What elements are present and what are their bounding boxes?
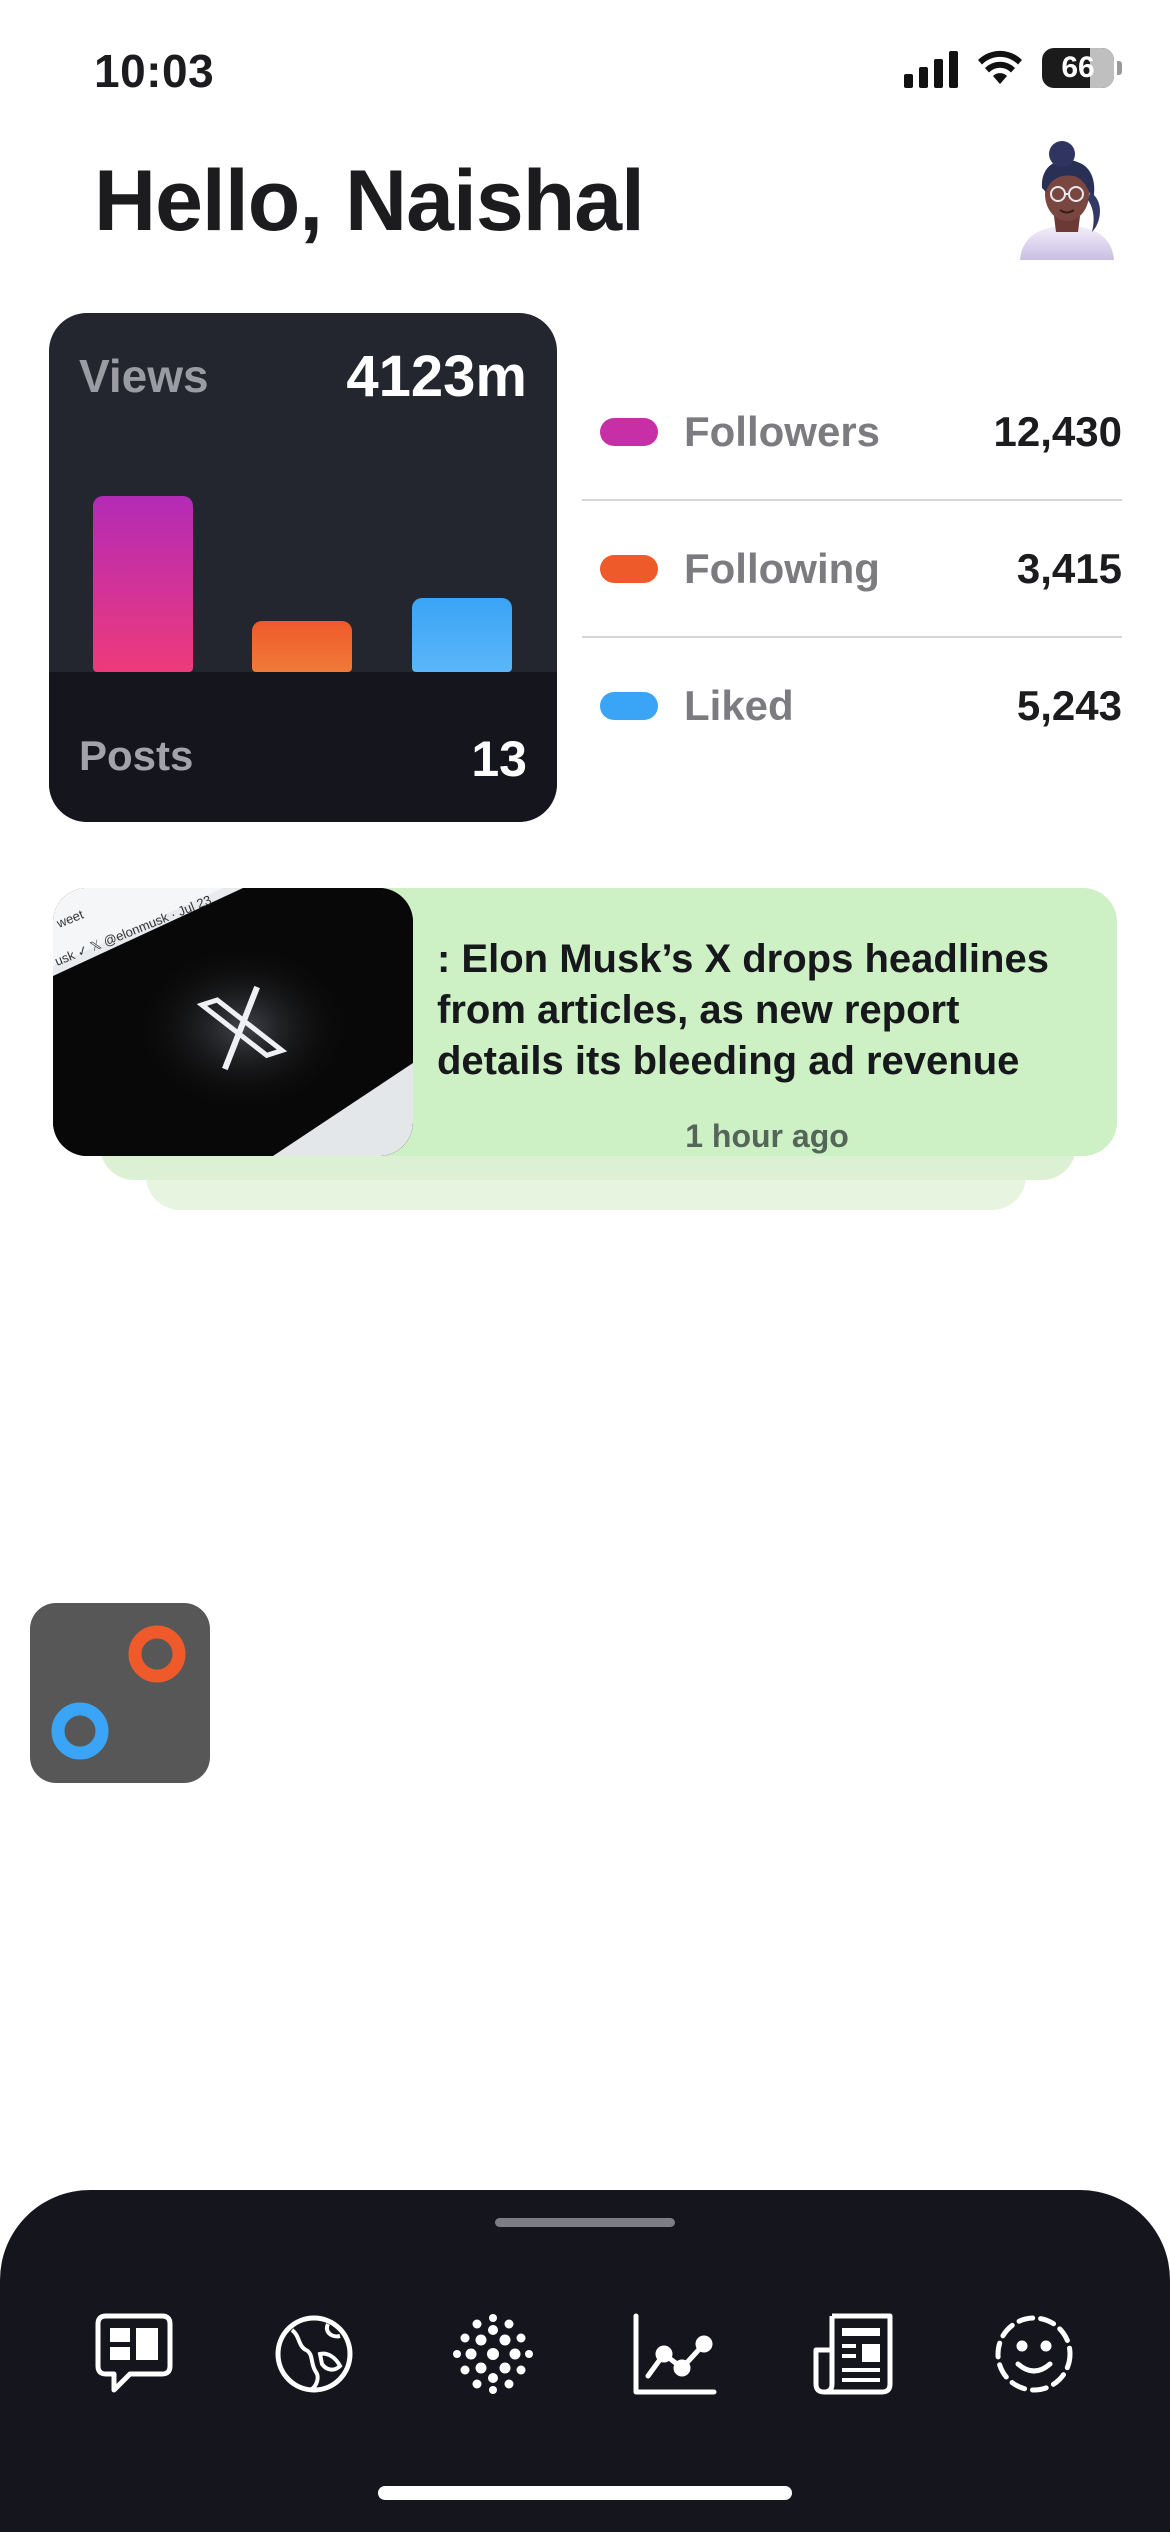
user-avatar[interactable] xyxy=(1012,140,1122,260)
globe-icon[interactable] xyxy=(270,2310,358,2398)
news-card[interactable]: weet usk ✓ 𝕏 @elonmusk · Jul 23 : Elon M… xyxy=(53,888,1117,1156)
stat-row-following[interactable]: Following 3,415 xyxy=(582,501,1122,638)
blue-ring-icon xyxy=(51,1702,109,1760)
stat-value: 3,415 xyxy=(1016,544,1122,592)
bottom-tab-bar xyxy=(0,2190,1170,2532)
wifi-icon xyxy=(978,50,1022,84)
home-indicator xyxy=(378,2486,792,2500)
following-color-pill xyxy=(600,554,658,583)
followers-bar xyxy=(93,496,193,672)
posts-value: 13 xyxy=(471,731,527,787)
stat-value: 5,243 xyxy=(1016,681,1122,729)
dots-sphere-icon[interactable] xyxy=(449,2310,537,2398)
floating-widget-button[interactable] xyxy=(30,1603,210,1783)
following-bar xyxy=(252,621,352,672)
line-chart-icon[interactable] xyxy=(630,2310,718,2398)
status-icons: 66 xyxy=(904,48,1122,88)
stat-label: Following xyxy=(684,544,880,592)
views-label: Views xyxy=(79,350,209,402)
stats-list: Followers 12,430 Following 3,415 Liked 5… xyxy=(582,364,1122,773)
smiley-icon[interactable] xyxy=(990,2310,1078,2398)
stat-label: Followers xyxy=(684,407,881,455)
followers-color-pill xyxy=(600,417,658,446)
stat-label: Liked xyxy=(684,681,794,729)
cellular-signal-icon xyxy=(904,48,958,88)
news-headline: : Elon Musk’s X drops headlines from art… xyxy=(437,937,1049,1083)
views-card[interactable]: Views 4123m Posts 13 xyxy=(49,313,557,822)
liked-color-pill xyxy=(600,691,658,720)
stat-row-followers[interactable]: Followers 12,430 xyxy=(582,364,1122,501)
chat-dashboard-icon[interactable] xyxy=(90,2310,178,2398)
views-value: 4123m xyxy=(346,344,527,409)
newspaper-icon[interactable] xyxy=(810,2310,898,2398)
greeting-title: Hello, Naishal xyxy=(94,153,645,249)
orange-ring-icon xyxy=(128,1625,186,1683)
x-logo-image: weet usk ✓ 𝕏 @elonmusk · Jul 23 xyxy=(53,888,413,1156)
stat-value: 12,430 xyxy=(993,407,1122,455)
liked-bar xyxy=(412,598,512,672)
stat-row-liked[interactable]: Liked 5,243 xyxy=(582,638,1122,773)
status-time: 10:03 xyxy=(94,45,215,97)
posts-label: Posts xyxy=(79,732,194,779)
battery-indicator: 66 xyxy=(1042,48,1122,88)
battery-level: 66 xyxy=(1061,51,1095,84)
news-timestamp: 1 hour ago xyxy=(685,1118,849,1154)
sheet-grabber[interactable] xyxy=(495,2218,675,2227)
